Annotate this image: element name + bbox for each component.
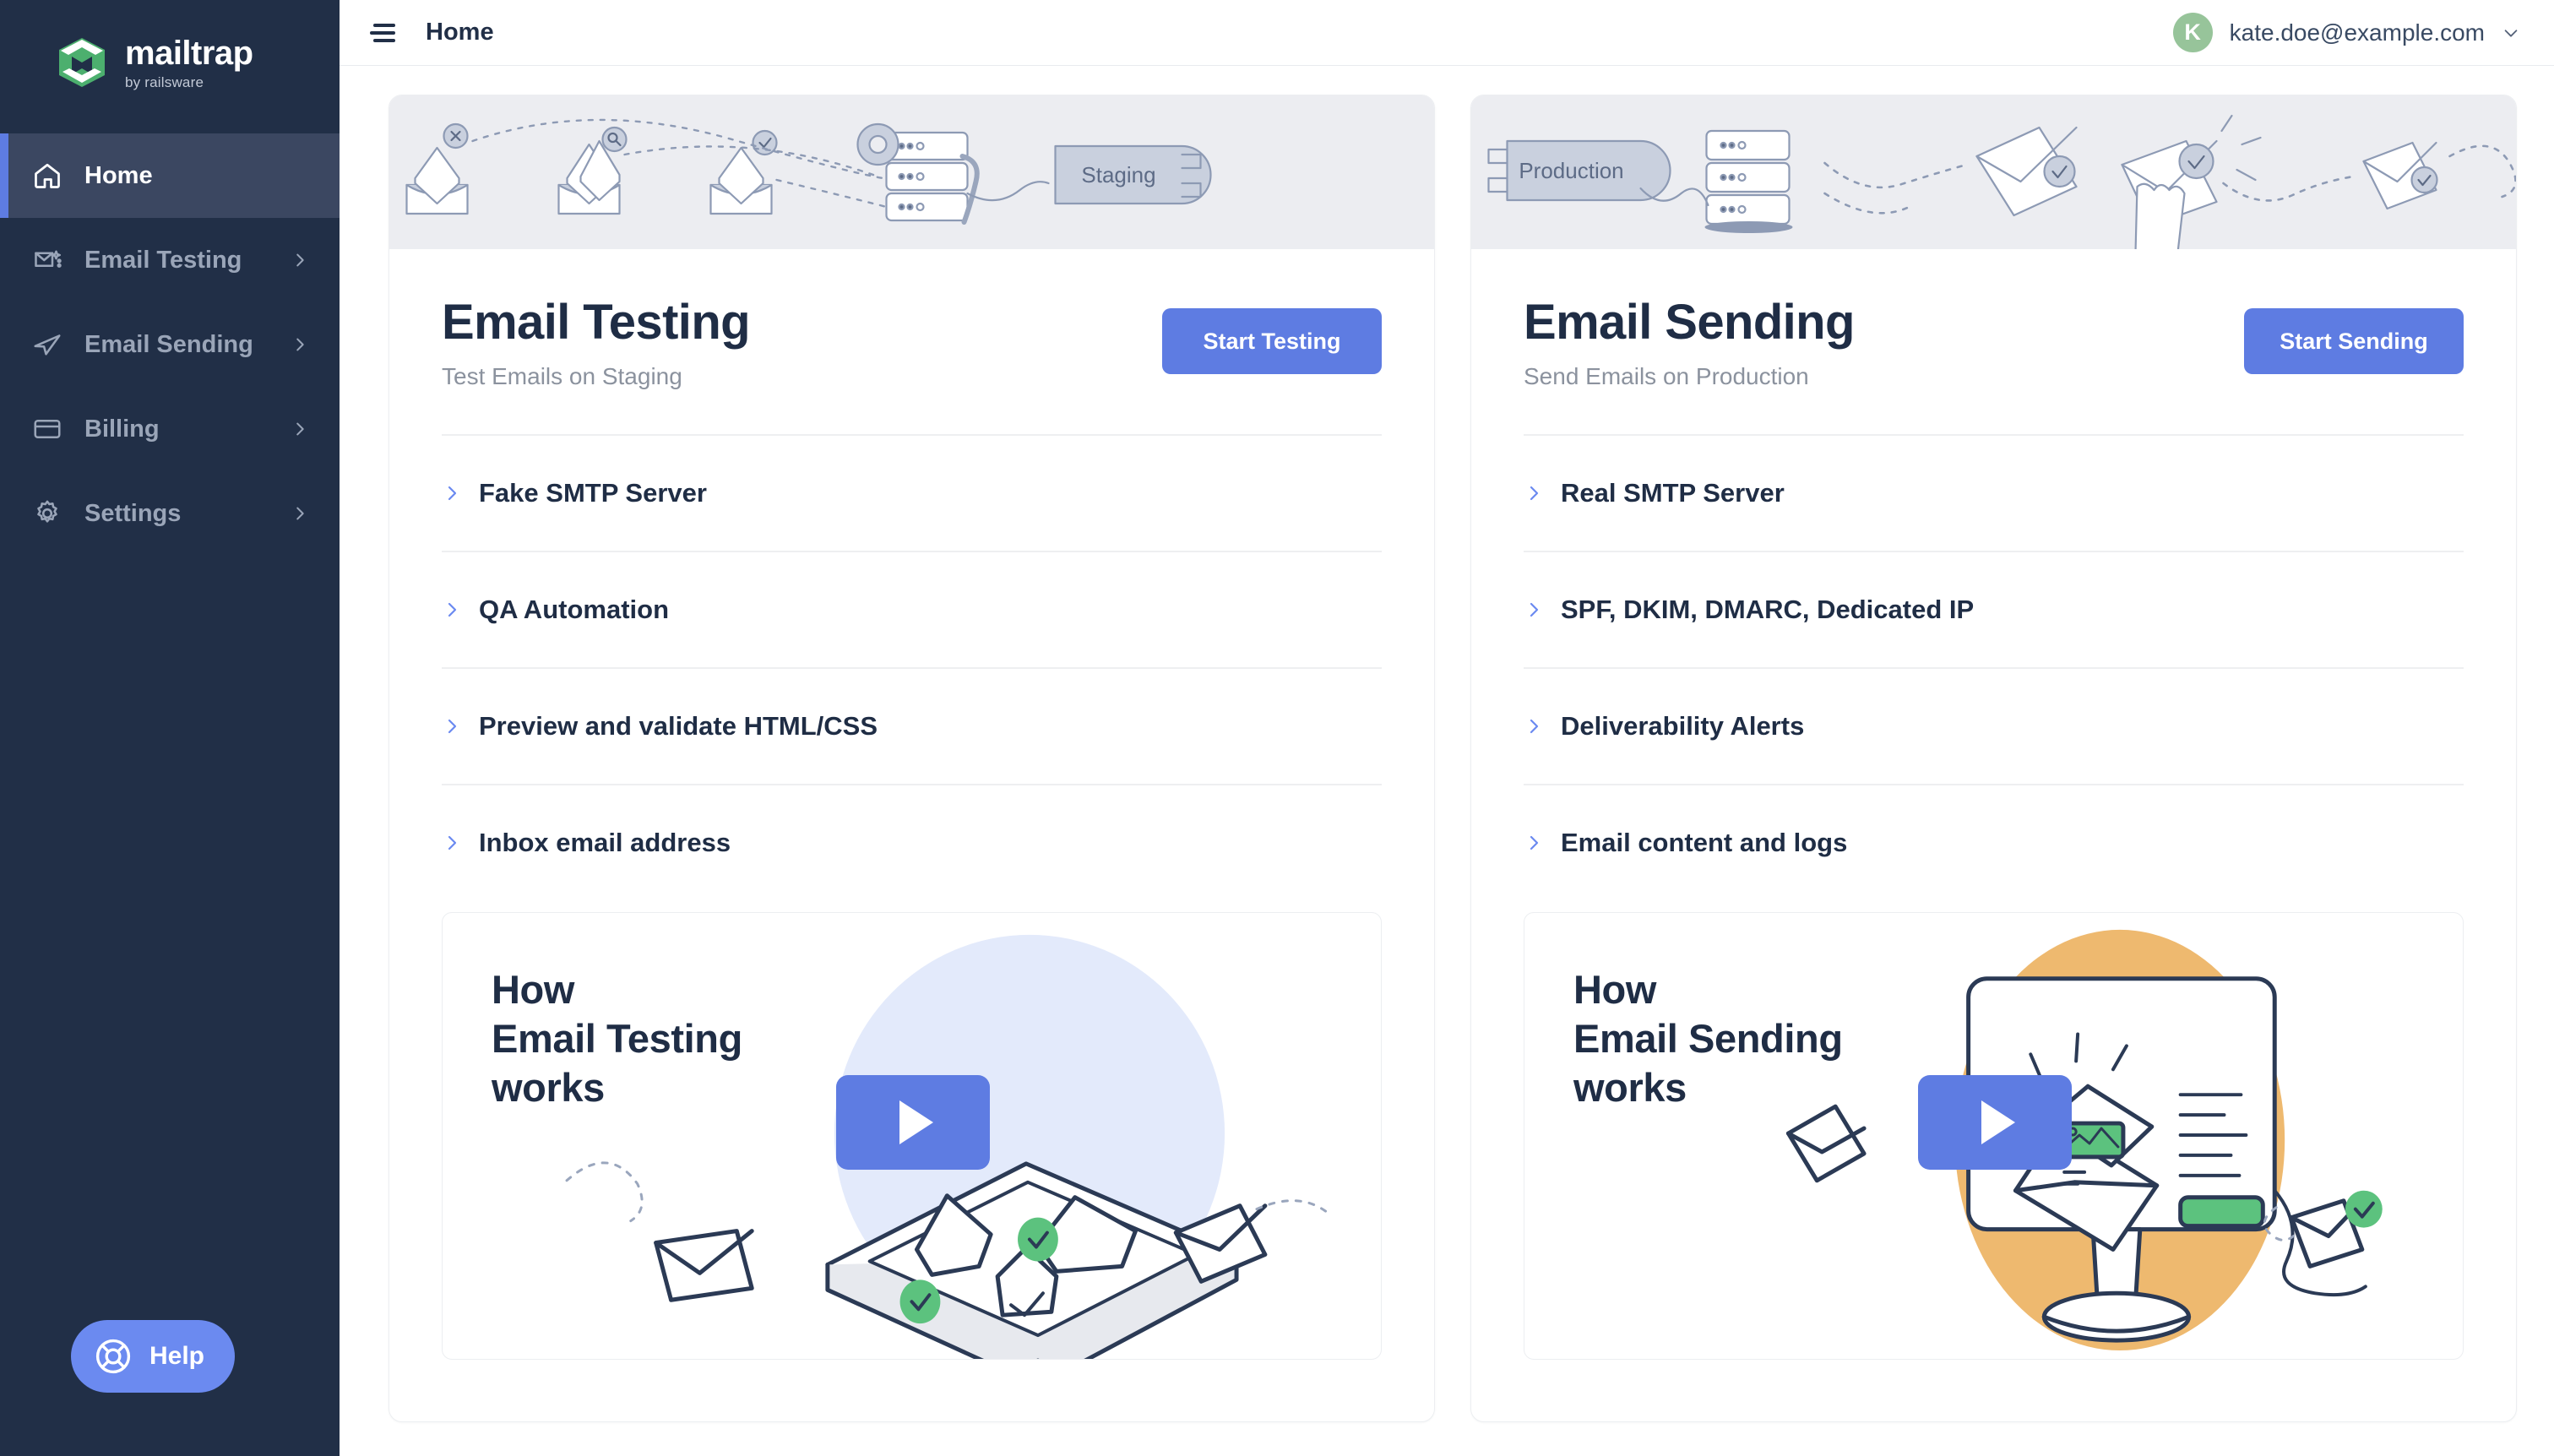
card-header: Email Sending Send Emails on Production … — [1524, 296, 2464, 390]
chevron-right-icon — [1530, 719, 1539, 733]
accordion-item-label: Fake SMTP Server — [479, 477, 707, 508]
avatar: K — [2172, 13, 2213, 52]
help-label: Help — [149, 1342, 205, 1370]
user-menu[interactable]: K kate.doe@example.com — [2172, 13, 2520, 52]
sidebar-item-billing[interactable]: Billing — [0, 387, 340, 471]
accordion-item[interactable]: Deliverability Alerts — [1524, 666, 2464, 784]
card-header: Email Testing Test Emails on Staging Sta… — [442, 296, 1382, 390]
card-title: Email Sending — [1524, 295, 1855, 350]
chevron-right-icon — [1530, 486, 1539, 500]
video-card-email-testing[interactable]: How Email Testing works — [442, 911, 1382, 1360]
accordion-item[interactable]: QA Automation — [442, 550, 1382, 667]
accordion-item-label: Real SMTP Server — [1561, 477, 1785, 508]
sidebar-item-label: Billing — [84, 415, 160, 443]
home-icon — [35, 163, 60, 188]
main-area: Home K kate.doe@example.com Staging Emai… — [340, 0, 2554, 1456]
help-button[interactable]: Help — [71, 1320, 236, 1393]
sidebar-item-label: Settings — [84, 499, 182, 527]
card-title: Email Testing — [442, 295, 751, 350]
mailtrap-logo-icon — [59, 38, 105, 87]
accordion-item-label: Preview and validate HTML/CSS — [479, 710, 878, 741]
sidebar-nav: Home Email Testing Email Sending Billing… — [0, 133, 340, 556]
play-button[interactable] — [1918, 1074, 2072, 1170]
topbar: Home K kate.doe@example.com — [340, 0, 2554, 66]
sidebar-item-settings[interactable]: Settings — [0, 471, 340, 556]
card-subtitle: Test Emails on Staging — [442, 362, 682, 389]
sidebar: mailtrap by railsware Home Email Testing… — [0, 0, 340, 1456]
sidebar-item-email-testing[interactable]: Email Testing — [0, 218, 340, 302]
accordion-item[interactable]: SPF, DKIM, DMARC, Dedicated IP — [1524, 550, 2464, 667]
brand-name: mailtrap — [125, 34, 253, 72]
start-sending-button[interactable]: Start Sending — [2244, 308, 2464, 374]
accordion-item-label: QA Automation — [479, 594, 670, 624]
video-title: How Email Testing works — [492, 966, 742, 1111]
sidebar-item-label: Email Testing — [84, 246, 242, 274]
chevron-right-icon — [296, 422, 304, 436]
sidebar-item-email-sending[interactable]: Email Sending — [0, 302, 340, 387]
sidebar-item-home[interactable]: Home — [0, 133, 340, 218]
brand-tagline: by railsware — [125, 73, 204, 90]
accordion-item-label: Inbox email address — [479, 827, 731, 857]
card-subtitle: Send Emails on Production — [1524, 362, 1809, 389]
accordion-item-label: Deliverability Alerts — [1561, 710, 1805, 741]
chevron-right-icon — [448, 486, 457, 500]
chevron-right-icon — [448, 719, 457, 733]
chevron-down-icon — [2504, 29, 2518, 37]
chevron-right-icon — [448, 602, 457, 617]
accordion-item-label: SPF, DKIM, DMARC, Dedicated IP — [1561, 594, 1975, 624]
cards-container: Staging Email Testing Test Emails on Sta… — [340, 66, 2554, 1456]
chevron-right-icon — [448, 835, 457, 850]
gear-icon — [37, 500, 57, 523]
banner-label-production: Production — [1519, 158, 1623, 183]
play-button-icon — [1981, 1100, 2015, 1144]
help-container: Help — [71, 1320, 236, 1393]
chevron-right-icon — [296, 253, 304, 267]
paper-plane-icon — [34, 334, 61, 356]
card-email-sending: Production Email Sending Send Emails on … — [1470, 95, 2517, 1422]
card-header-text: Email Sending Send Emails on Production — [1524, 296, 2244, 390]
sidebar-item-label: Email Sending — [84, 330, 253, 358]
start-testing-button[interactable]: Start Testing — [1162, 308, 1382, 374]
user-email: kate.doe@example.com — [2229, 19, 2485, 46]
credit-card-icon — [34, 419, 61, 439]
chevron-right-icon — [1530, 835, 1539, 850]
sidebar-item-label: Home — [84, 161, 153, 189]
banner-email-sending: Production — [1471, 95, 2516, 249]
app-root: mailtrap by railsware Home Email Testing… — [0, 0, 2554, 1456]
accordion-item[interactable]: Inbox email address — [442, 783, 1382, 900]
hamburger-menu-icon[interactable] — [370, 22, 400, 44]
card-email-testing: Staging Email Testing Test Emails on Sta… — [389, 95, 1435, 1422]
accordion-item[interactable]: Real SMTP Server — [1524, 433, 2464, 551]
accordion-item[interactable]: Email content and logs — [1524, 783, 2464, 900]
chevron-right-icon — [296, 507, 304, 520]
page-title: Home — [426, 19, 494, 46]
accordion-email-sending: Real SMTP Server SPF, DKIM, DMARC, Dedic… — [1524, 433, 2464, 900]
video-title: How Email Sending works — [1573, 966, 1843, 1111]
card-body-email-sending: Email Sending Send Emails on Production … — [1471, 249, 2516, 1421]
accordion-item-label: Email content and logs — [1561, 827, 1848, 857]
card-body-email-testing: Email Testing Test Emails on Staging Sta… — [389, 249, 1434, 1421]
lifebuoy-icon — [95, 1339, 131, 1374]
chevron-right-icon — [1530, 602, 1539, 617]
accordion-item[interactable]: Fake SMTP Server — [442, 433, 1382, 551]
play-button[interactable] — [836, 1074, 990, 1170]
brand-logo[interactable]: mailtrap by railsware — [0, 0, 340, 125]
accordion-email-testing: Fake SMTP Server QA Automation Preview a… — [442, 433, 1382, 900]
play-button-icon — [899, 1100, 933, 1144]
banner-label-staging: Staging — [1081, 162, 1155, 187]
envelopes-to-server-staging-illustration: Staging — [405, 118, 1212, 225]
envelope-sparkle-icon — [35, 250, 62, 268]
chevron-right-icon — [296, 338, 304, 351]
card-header-text: Email Testing Test Emails on Staging — [442, 296, 1162, 390]
banner-email-testing: Staging — [389, 95, 1434, 249]
server-production-to-envelopes-illustration: Production — [1487, 114, 2516, 249]
video-card-email-sending[interactable]: How Email Sending works — [1524, 911, 2464, 1360]
accordion-item[interactable]: Preview and validate HTML/CSS — [442, 666, 1382, 784]
